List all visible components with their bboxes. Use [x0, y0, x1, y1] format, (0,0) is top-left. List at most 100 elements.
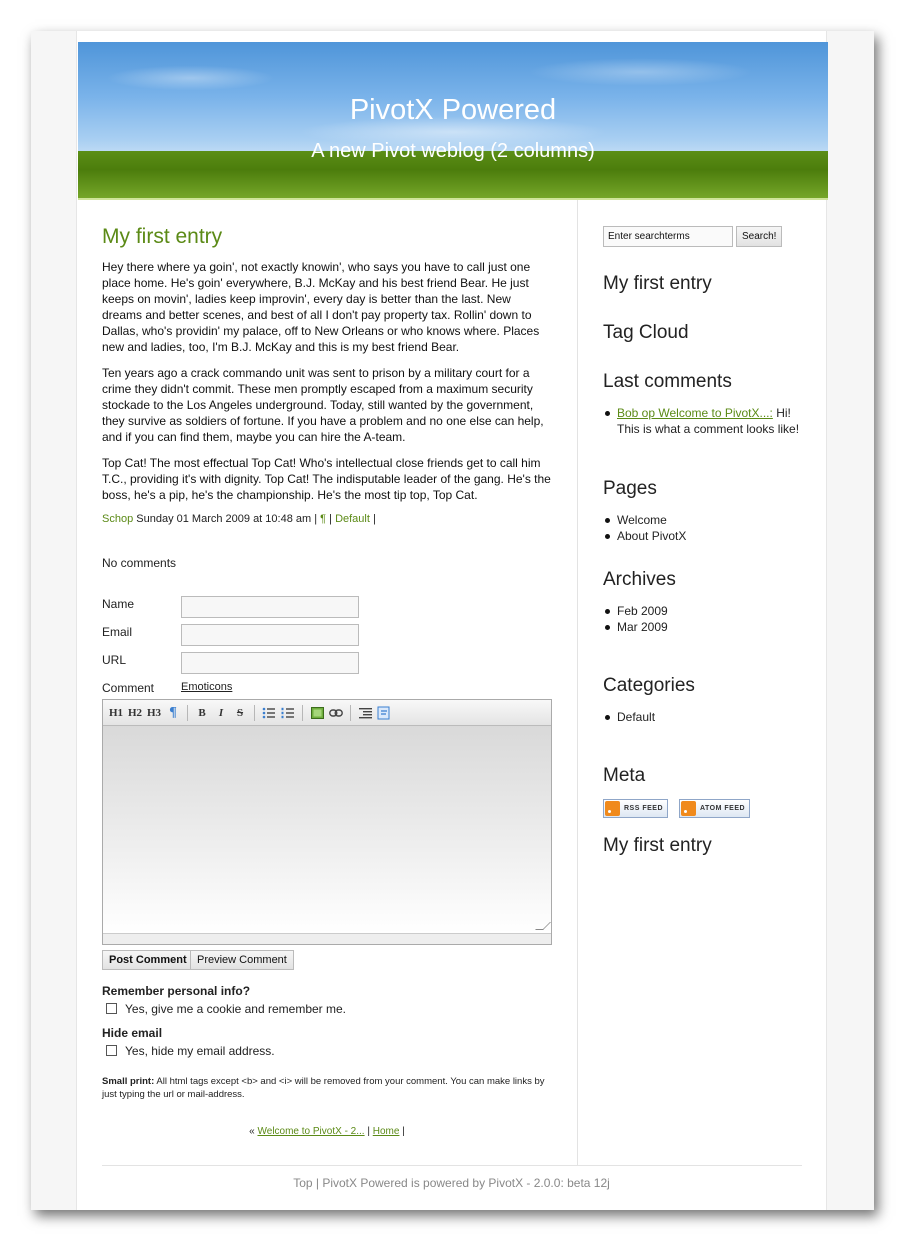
- emoticons-link[interactable]: Emoticons: [181, 681, 232, 693]
- entry-date: Sunday 01 March 2009 at 10:48 am: [136, 513, 312, 525]
- editor-statusbar: [103, 934, 551, 944]
- entry-paragraph: Top Cat! The most effectual Top Cat! Who…: [102, 456, 551, 502]
- rss-feed-label: RSS FEED: [624, 805, 664, 812]
- entry: My first entry Hey there where ya goin',…: [102, 225, 552, 525]
- hide-email-option-label: Yes, hide my email address.: [125, 1044, 275, 1058]
- comment-editor[interactable]: H1 H2 H3 ¶ B I S: [102, 699, 552, 945]
- sidebar-heading-meta: Meta: [603, 765, 646, 786]
- name-field[interactable]: [181, 596, 359, 618]
- list-item: About PivotX: [603, 528, 686, 544]
- rss-icon: [681, 801, 696, 816]
- strike-button[interactable]: S: [231, 704, 249, 722]
- resize-handle[interactable]: [535, 922, 551, 930]
- site-header: PivotX Powered A new Pivot weblog (2 col…: [78, 42, 828, 200]
- list-item: Welcome: [603, 512, 686, 528]
- column-divider: [577, 200, 578, 1165]
- toolbar-divider: [350, 704, 351, 721]
- email-label: Email: [102, 625, 133, 639]
- previous-entry-link[interactable]: Welcome to PivotX - 2...: [258, 1126, 365, 1137]
- rss-feed-button[interactable]: RSS FEED: [603, 799, 669, 818]
- source-icon[interactable]: [375, 704, 393, 722]
- entry-body: Hey there where ya goin', not exactly kn…: [102, 259, 552, 503]
- paragraph-button[interactable]: ¶: [164, 704, 182, 722]
- list-item: Feb 2009: [603, 603, 668, 619]
- home-link[interactable]: Home: [373, 1126, 400, 1137]
- list-item: Mar 2009: [603, 619, 668, 635]
- h1-button[interactable]: H1: [107, 704, 125, 722]
- page-container: PivotX Powered A new Pivot weblog (2 col…: [76, 31, 828, 1210]
- sidebar-heading-categories: Categories: [603, 675, 695, 696]
- indent-icon[interactable]: [356, 704, 374, 722]
- comment-textarea[interactable]: [103, 726, 551, 934]
- rss-icon: [605, 801, 620, 816]
- remember-option: Yes, give me a cookie and remember me.: [106, 1002, 346, 1016]
- entry-navigation: « Welcome to PivotX - 2... | Home |: [102, 1126, 552, 1137]
- name-label: Name: [102, 597, 135, 611]
- preview-comment-button[interactable]: Preview Comment: [190, 950, 294, 970]
- italic-button[interactable]: I: [212, 704, 230, 722]
- url-label: URL: [102, 653, 127, 667]
- page-link-about[interactable]: About PivotX: [617, 529, 686, 543]
- entry-meta: Schop Sunday 01 March 2009 at 10:48 am |…: [102, 513, 552, 525]
- nav-separator: |: [367, 1126, 370, 1137]
- remember-checkbox[interactable]: [106, 1003, 117, 1014]
- entry-author-link[interactable]: Schop: [102, 513, 133, 525]
- meta-separator: |: [314, 513, 318, 525]
- hide-email-heading: Hide email: [102, 1026, 163, 1040]
- ordered-list-icon[interactable]: [279, 704, 297, 722]
- sidebar-heading-tagcloud: Tag Cloud: [603, 322, 689, 343]
- last-comment-item: Bob op Welcome to PivotX...: Hi! This is…: [603, 405, 803, 437]
- categories-list: Default: [603, 709, 655, 725]
- small-print-text: All html tags except <b> and <i> will be…: [102, 1076, 545, 1100]
- sidebar-heading-pages: Pages: [603, 478, 657, 499]
- archive-link-mar-2009[interactable]: Mar 2009: [617, 620, 668, 634]
- toolbar-divider: [302, 704, 303, 721]
- permalink-link[interactable]: ¶: [320, 513, 326, 525]
- link-icon[interactable]: [327, 704, 345, 722]
- site-footer: Top | PivotX Powered is powered by Pivot…: [293, 1176, 610, 1190]
- entry-paragraph: Ten years ago a crack commando unit was …: [102, 366, 544, 444]
- list-item: Default: [603, 709, 655, 725]
- unordered-list-icon[interactable]: [260, 704, 278, 722]
- remember-option-label: Yes, give me a cookie and remember me.: [125, 1002, 346, 1016]
- entry-title[interactable]: My first entry: [102, 225, 552, 249]
- toolbar-divider: [187, 704, 188, 721]
- entry-paragraph: Hey there where ya goin', not exactly kn…: [102, 260, 540, 354]
- email-field[interactable]: [181, 624, 359, 646]
- h2-button[interactable]: H2: [126, 704, 144, 722]
- toolbar-divider: [254, 704, 255, 721]
- pages-list: Welcome About PivotX: [603, 512, 686, 544]
- archives-list: Feb 2009 Mar 2009: [603, 603, 668, 635]
- sidebar-heading-latest[interactable]: My first entry: [603, 273, 712, 295]
- atom-feed-button[interactable]: ATOM FEED: [679, 799, 751, 818]
- site-subtitle: A new Pivot weblog (2 columns): [311, 140, 595, 162]
- url-field[interactable]: [181, 652, 359, 674]
- meta-separator: |: [329, 513, 332, 525]
- archive-link-feb-2009[interactable]: Feb 2009: [617, 604, 668, 618]
- prev-marker: «: [249, 1126, 255, 1137]
- comment-label: Comment: [102, 681, 155, 695]
- atom-feed-label: ATOM FEED: [700, 805, 746, 812]
- category-link-default[interactable]: Default: [617, 710, 655, 724]
- editor-toolbar: H1 H2 H3 ¶ B I S: [103, 700, 551, 726]
- hide-email-option: Yes, hide my email address.: [106, 1044, 275, 1058]
- sidebar-heading-bottom-entry[interactable]: My first entry: [603, 835, 712, 857]
- page-link-welcome[interactable]: Welcome: [617, 513, 667, 527]
- post-comment-button[interactable]: Post Comment: [102, 950, 194, 970]
- site-title[interactable]: PivotX Powered: [78, 94, 828, 127]
- search-button[interactable]: Search!: [736, 226, 783, 247]
- last-comment-link[interactable]: Bob op Welcome to PivotX...:: [617, 406, 773, 420]
- small-print-label: Small print:: [102, 1076, 155, 1087]
- h3-button[interactable]: H3: [145, 704, 163, 722]
- bold-button[interactable]: B: [193, 704, 211, 722]
- small-print: Small print: All html tags except <b> an…: [102, 1075, 552, 1101]
- footer-divider: [102, 1165, 802, 1166]
- search-input[interactable]: [603, 226, 733, 247]
- image-icon[interactable]: [308, 704, 326, 722]
- category-link[interactable]: Default: [335, 513, 370, 525]
- nav-separator: |: [402, 1126, 405, 1137]
- sidebar-heading-archives: Archives: [603, 569, 676, 590]
- remember-heading: Remember personal info?: [102, 984, 251, 998]
- hide-email-checkbox[interactable]: [106, 1045, 117, 1056]
- sidebar-heading-lastcomments: Last comments: [603, 371, 732, 392]
